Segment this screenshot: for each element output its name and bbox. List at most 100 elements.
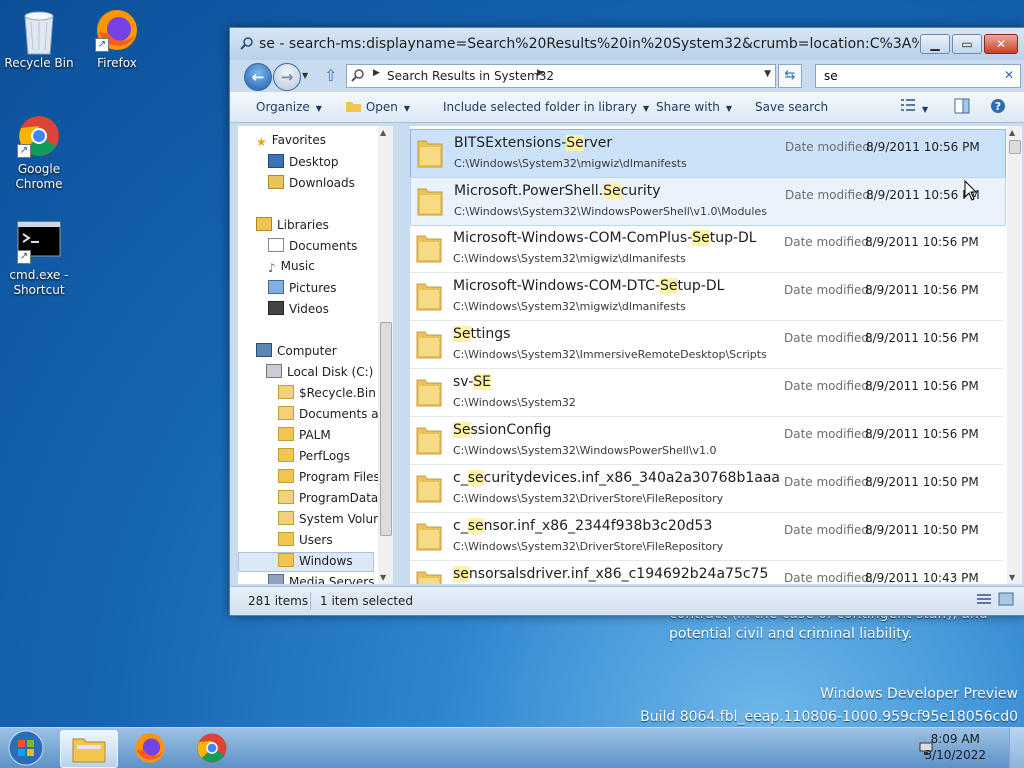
desktop-icon-cmd[interactable]: ↗ cmd.exe - Shortcut [0,220,78,298]
nav-label: Computer [277,344,337,358]
organize-button[interactable]: Organize ▼ [256,100,322,114]
forward-button[interactable]: → [273,63,301,91]
nav-documents[interactable]: Documents [268,238,357,258]
folder-icon [417,140,443,168]
nav-folder-programdata[interactable]: ProgramData [278,490,378,510]
scroll-up-icon[interactable]: ▲ [380,128,386,137]
breadcrumb-location[interactable]: Search Results in System32 [387,69,554,83]
nav-label: Pictures [289,281,337,295]
cmd-icon: ↗ [17,220,61,264]
change-view-button[interactable]: ▼ [900,98,928,115]
taskbar-firefox[interactable] [122,730,178,766]
save-search-button[interactable]: Save search [755,100,828,114]
nav-desktop[interactable]: Desktop [268,154,339,174]
file-row[interactable]: Microsoft-Windows-COM-ComPlus-Setup-DL C:… [410,225,1004,273]
nav-folder-documents-and[interactable]: Documents and [278,406,388,426]
desktop-icon [268,154,284,168]
selection-count: 1 item selected [320,594,414,608]
include-in-library-button[interactable]: Include selected folder in library ▼ [443,100,649,114]
scroll-down-icon[interactable]: ▼ [380,573,386,582]
desktop-icon-label: cmd.exe - Shortcut [9,268,69,297]
file-path: C:\Windows\System32\DriverStore\FileRepo… [453,492,724,505]
nav-label: ProgramData [299,491,379,505]
file-row[interactable]: c_sensor.inf_x86_2344f938b3c20d53 C:\Wind… [410,513,1004,561]
navigation-scrollbar[interactable]: ▲ ▼ [378,126,393,584]
nav-downloads[interactable]: Downloads [268,175,355,195]
details-view-icon[interactable] [976,592,992,609]
chrome-icon: ↗ [17,114,61,158]
media-server-icon [268,574,284,584]
nav-pictures[interactable]: Pictures [268,280,337,300]
search-highlight: se [467,470,484,486]
scrollbar-thumb[interactable] [1009,140,1021,154]
nav-libraries[interactable]: Libraries [256,217,329,237]
breadcrumb-chevron-icon[interactable]: ▶ [537,68,544,78]
clock-time: 8:09 AM [930,732,980,746]
title-bar[interactable]: se - search-ms:displayname=Search%20Resu… [230,28,1024,60]
shortcut-arrow-icon: ↗ [95,38,109,52]
search-box[interactable]: ✕ [815,64,1021,88]
show-desktop-button[interactable] [1009,728,1024,768]
nav-music[interactable]: ♪ Music [268,259,315,279]
nav-folder-system-volume[interactable]: System Volume [278,511,388,531]
nav-folder-windows[interactable]: Windows [238,552,374,572]
file-row[interactable]: Settings C:\Windows\System32\ImmersiveRem… [410,321,1004,369]
file-row[interactable]: sensorsalsdriver.inf_x86_c194692b24a75c7… [410,561,1004,584]
nav-folder-recycle[interactable]: $Recycle.Bin [278,385,376,405]
preview-pane-icon [954,98,970,114]
share-with-button[interactable]: Share with ▼ [656,100,732,114]
scroll-down-icon[interactable]: ▼ [1009,573,1015,582]
file-row[interactable]: Microsoft.PowerShell.Security C:\Windows\… [410,177,1006,226]
nav-videos[interactable]: Videos [268,301,329,321]
file-path: C:\Windows\System32\migwiz\dlmanifests [454,157,687,170]
search-input[interactable] [822,68,996,84]
desktop-icon-firefox[interactable]: ↗ Firefox [78,8,156,71]
refresh-button[interactable]: ⇆ [778,64,802,88]
clock[interactable]: 8:09 AM 3/10/2022 [924,731,986,763]
close-button[interactable]: ✕ [984,34,1018,54]
desktop-icon-recycle-bin[interactable]: Recycle Bin [0,8,78,71]
nav-label: Windows [299,554,353,568]
nav-favorites[interactable]: ★ Favorites [256,133,326,153]
date-modified-value: 8/9/2011 10:56 PM [865,283,979,297]
back-button[interactable]: ← [244,63,272,91]
nav-folder-program-files[interactable]: Program Files [278,469,380,489]
breadcrumb-chevron-icon[interactable]: ▶ [373,68,380,78]
minimize-button[interactable]: ▁ [920,34,950,54]
taskbar-explorer[interactable] [60,730,118,768]
start-button[interactable] [2,728,54,768]
name-prefix: Microsoft-Windows-COM-DTC- [453,278,661,294]
folder-icon [278,532,294,546]
folder-icon [278,553,294,567]
nav-folder-media-servers[interactable]: Media Servers [268,574,374,584]
preview-pane-button[interactable] [954,98,970,117]
file-row[interactable]: Microsoft-Windows-COM-DTC-Setup-DL C:\Win… [410,273,1004,321]
file-row[interactable]: c_securitydevices.inf_x86_340a2a30768b1a… [410,465,1004,513]
taskbar-chrome[interactable] [184,730,240,766]
results-scrollbar[interactable]: ▲ ▼ [1007,126,1022,584]
maximize-button[interactable]: ▭ [952,34,982,54]
watermark-build: Build 8064.fbl_eeap.110806-1000.959cf95e… [640,709,1018,725]
open-button[interactable]: Open ▼ [346,100,410,114]
file-row[interactable]: BITSExtensions-Server C:\Windows\System32… [410,129,1006,178]
name-prefix: BITSExtensions- [454,135,567,151]
nav-folder-perflogs[interactable]: PerfLogs [278,448,350,468]
clear-search-icon[interactable]: ✕ [1004,68,1014,82]
scrollbar-thumb[interactable] [380,322,392,536]
window-title: se - search-ms:displayname=Search%20Resu… [259,36,919,52]
address-bar[interactable]: ▶ Search Results in System32 ▶ ▼ [346,64,776,88]
name-suffix: nsor.inf_x86_2344f938b3c20d53 [483,518,713,534]
help-button[interactable]: ? [990,98,1006,117]
file-row[interactable]: SessionConfig C:\Windows\System32\Windows… [410,417,1004,465]
nav-folder-palm[interactable]: PALM [278,427,331,447]
up-arrow-icon[interactable]: ⇧ [324,66,337,85]
nav-computer[interactable]: Computer [256,343,337,363]
nav-local-disk[interactable]: Local Disk (C:) [266,364,373,384]
nav-folder-users[interactable]: Users [278,532,333,552]
large-icons-view-icon[interactable] [998,592,1014,609]
scroll-up-icon[interactable]: ▲ [1009,128,1015,137]
desktop-icon-chrome[interactable]: ↗ Google Chrome [0,114,78,192]
address-dropdown-icon[interactable]: ▼ [764,69,771,79]
file-row[interactable]: sv-SE C:\Windows\System32 Date modified: 8/… [410,369,1004,417]
recent-pages-dropdown-icon[interactable]: ▼ [302,71,308,80]
